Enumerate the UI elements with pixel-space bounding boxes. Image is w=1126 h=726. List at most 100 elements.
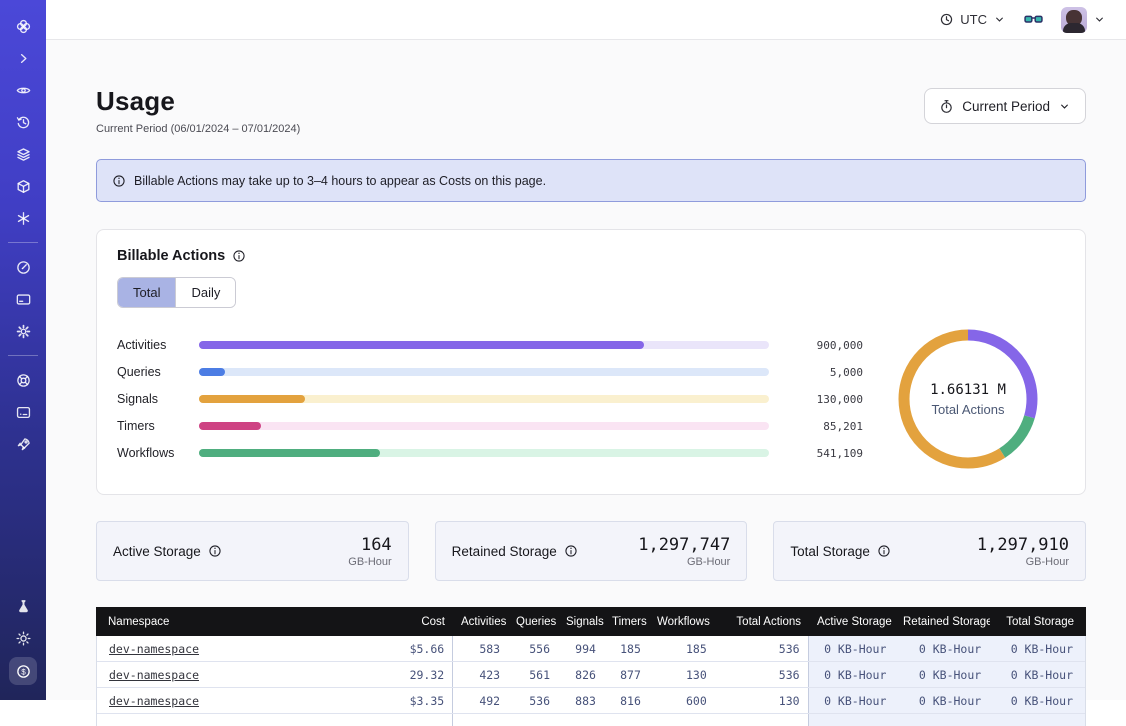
table-row: dev-namespace29.324235618268771305360 KB… — [97, 662, 1085, 688]
bar-row-workflows: Workflows 541,109 — [117, 440, 863, 467]
chevron-down-icon — [1093, 13, 1106, 26]
namespace-link[interactable]: dev-namespace — [109, 642, 199, 656]
sidebar-item-sun[interactable] — [9, 625, 37, 651]
table-cell — [508, 714, 558, 726]
table-row: dev-namespace$3.354925368838166001300 KB… — [97, 688, 1085, 714]
eye-icon — [15, 82, 32, 99]
storage-card-active-storage: Active Storage164GB-Hour — [96, 521, 409, 581]
bar-value: 130,000 — [791, 393, 863, 406]
table-cell — [715, 714, 809, 726]
sidebar-item-gear[interactable] — [9, 318, 37, 344]
bar-fill — [199, 341, 644, 349]
column-header-total-storage: Total Storage — [990, 616, 1086, 628]
namespace-link[interactable]: dev-namespace — [109, 668, 199, 682]
column-header-workflows: Workflows — [649, 616, 715, 628]
table-cell: 0 KB-Hour — [989, 636, 1085, 661]
sidebar-item-usage[interactable]: $ — [9, 657, 37, 685]
table-cell: 0 KB-Hour — [894, 662, 989, 687]
namespace-link[interactable]: dev-namespace — [109, 694, 199, 708]
sidebar-item-eye[interactable] — [9, 77, 37, 103]
billable-actions-card: Billable Actions Total Daily Activities9… — [96, 229, 1086, 495]
table-cell — [558, 714, 604, 726]
donut-total-label: Total Actions — [930, 402, 1006, 417]
table-cell: 816 — [604, 688, 649, 713]
sidebar-item-cube[interactable] — [9, 173, 37, 199]
sidebar-item-history[interactable] — [9, 109, 37, 135]
table-cell — [809, 714, 895, 726]
storage-summary-row: Active Storage164GB-HourRetained Storage… — [96, 521, 1086, 581]
glasses-button[interactable] — [1024, 12, 1043, 27]
column-header-active-storage: Active Storage — [809, 616, 895, 628]
sidebar-item-asterisk[interactable] — [9, 205, 37, 231]
svg-text:$: $ — [21, 668, 26, 677]
storage-card-value: 164 — [348, 535, 391, 555]
rocket-icon — [15, 436, 32, 453]
chevron-down-icon — [1058, 100, 1071, 113]
info-icon[interactable] — [564, 544, 578, 558]
main-area: UTC Usage Current Period (06/01/2024 – — [46, 0, 1126, 700]
bar-value: 5,000 — [791, 366, 863, 379]
table-cell: 492 — [453, 688, 508, 713]
info-icon[interactable] — [877, 544, 891, 558]
table-cell: 536 — [508, 688, 558, 713]
table-cell: 185 — [604, 636, 649, 661]
column-header-activities: Activities — [453, 616, 508, 628]
column-header-total-actions: Total Actions — [715, 616, 809, 628]
sidebar-item-temporal-logo[interactable] — [9, 13, 37, 39]
sidebar-item-lifebuoy[interactable] — [9, 367, 37, 393]
table-cell: $5.66 — [357, 636, 453, 661]
cube-icon — [15, 178, 32, 195]
app-window: $ UTC — [0, 0, 1126, 700]
table-cell — [604, 714, 649, 726]
clock-icon — [939, 12, 954, 27]
bar-row-signals: Signals130,000 — [117, 386, 863, 413]
storage-card-unit: GB-Hour — [638, 556, 730, 568]
info-icon[interactable] — [208, 544, 222, 558]
table-cell: 0 KB-Hour — [989, 688, 1085, 713]
table-cell: 600 — [649, 688, 715, 713]
total-actions-donut-chart: 1.66131 M Total Actions — [873, 324, 1063, 474]
sidebar-item-layers[interactable] — [9, 141, 37, 167]
table-cell: $3.35 — [357, 688, 453, 713]
sidebar-item-credit-card[interactable] — [9, 286, 37, 312]
sun-icon — [15, 630, 32, 647]
sidebar-item-monitor[interactable] — [9, 399, 37, 425]
table-cell: 130 — [715, 688, 809, 713]
table-row: dev-namespace$5.665835569941851855360 KB… — [97, 636, 1085, 662]
flask-icon — [15, 598, 32, 615]
bar-track — [199, 341, 769, 349]
info-icon[interactable] — [232, 249, 246, 263]
lifebuoy-icon — [15, 372, 32, 389]
column-header-queries: Queries — [508, 616, 558, 628]
feedback-monitor-icon — [15, 404, 32, 421]
billable-actions-bar-chart: Activities900,000Queries5,000Signals130,… — [117, 332, 863, 467]
sidebar-divider — [8, 355, 38, 356]
column-header-cost: Cost — [357, 616, 453, 628]
sidebar-item-gauge[interactable] — [9, 254, 37, 280]
table-cell: 185 — [649, 636, 715, 661]
bar-value: 541,109 — [791, 447, 863, 460]
account-menu[interactable] — [1061, 7, 1106, 33]
bar-label: Workflows — [117, 446, 199, 460]
chevron-right-icon — [15, 50, 32, 67]
storage-card-value: 1,297,910 — [977, 535, 1069, 555]
tab-total[interactable]: Total — [118, 278, 175, 307]
storage-card-total-storage: Total Storage1,297,910GB-Hour — [773, 521, 1086, 581]
namespace-usage-table: NamespaceCostActivitiesQueriesSignalsTim… — [96, 607, 1086, 726]
sidebar-item-flask[interactable] — [9, 593, 37, 619]
sidebar-item-rocket[interactable] — [9, 431, 37, 457]
page-title: Usage — [96, 86, 300, 117]
table-body: dev-namespace$5.665835569941851855360 KB… — [96, 636, 1086, 726]
timezone-selector[interactable]: UTC — [939, 12, 1006, 27]
credit-card-icon — [15, 291, 32, 308]
tab-daily[interactable]: Daily — [175, 278, 235, 307]
sidebar-item-chevron-right[interactable] — [9, 45, 37, 71]
gear-icon — [15, 323, 32, 340]
table-cell: 877 — [604, 662, 649, 687]
table-cell: 826 — [558, 662, 604, 687]
stopwatch-icon — [939, 99, 954, 114]
table-cell — [453, 714, 508, 726]
period-selector-button[interactable]: Current Period — [924, 88, 1086, 124]
table-cell: 0 KB-Hour — [809, 636, 895, 661]
table-cell: 130 — [649, 662, 715, 687]
